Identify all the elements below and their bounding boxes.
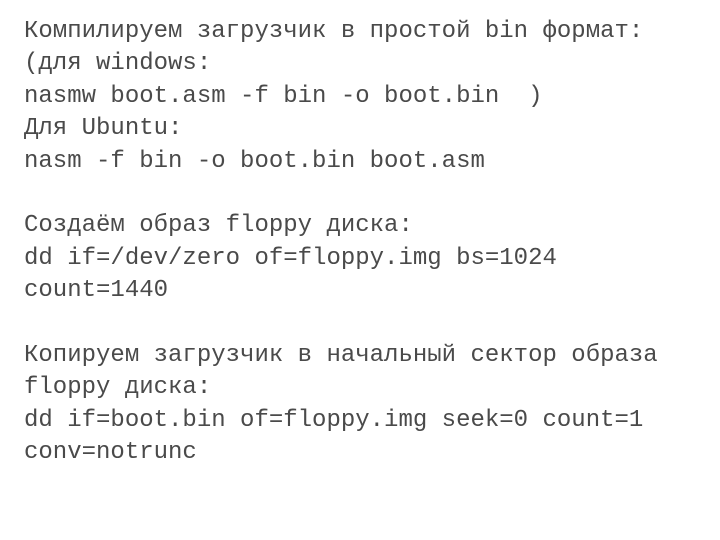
text-line: dd if=/dev/zero of=floppy.img bs=1024 co… <box>24 243 696 308</box>
text-line: nasm -f bin -o boot.bin boot.asm <box>24 146 696 178</box>
text-line: Компилируем загрузчик в простой bin форм… <box>24 16 696 48</box>
blank-line <box>24 308 696 340</box>
text-line: nasmw boot.asm -f bin -o boot.bin ) <box>24 81 696 113</box>
text-line: Создаём образ floppy диска: <box>24 210 696 242</box>
text-line: Для Ubuntu: <box>24 113 696 145</box>
text-line: (для windows: <box>24 48 696 80</box>
text-line: Копируем загрузчик в начальный сектор об… <box>24 340 696 405</box>
document-body: Компилируем загрузчик в простой bin форм… <box>24 16 696 469</box>
blank-line <box>24 178 696 210</box>
text-line: dd if=boot.bin of=floppy.img seek=0 coun… <box>24 405 696 470</box>
